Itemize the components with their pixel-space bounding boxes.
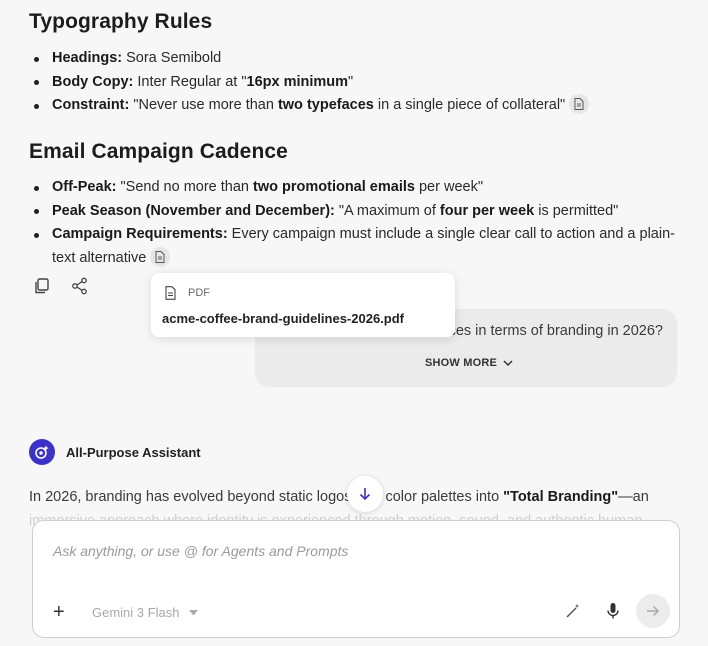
chevron-down-icon bbox=[189, 609, 199, 615]
email-list: Off-Peak: "Send no more than two promoti… bbox=[29, 176, 679, 270]
citation-document-icon[interactable] bbox=[150, 246, 171, 267]
scroll-to-bottom-button[interactable] bbox=[347, 476, 383, 512]
user-message-text: ces in terms of branding in 2026? bbox=[448, 323, 663, 339]
arrow-down-icon bbox=[359, 488, 371, 501]
microphone-icon[interactable] bbox=[606, 602, 620, 625]
assistant-name: All-Purpose Assistant bbox=[66, 444, 201, 460]
assistant-header: All-Purpose Assistant bbox=[29, 439, 201, 465]
file-type-label: PDF bbox=[188, 287, 210, 299]
show-more-button[interactable]: SHOW MORE bbox=[425, 357, 513, 369]
list-item: Body Copy: Inter Regular at "16px minimu… bbox=[29, 71, 679, 95]
send-button[interactable] bbox=[636, 594, 670, 628]
send-arrow-icon bbox=[647, 605, 660, 617]
list-item: Constraint: "Never use more than two typ… bbox=[29, 94, 679, 118]
document-icon bbox=[165, 286, 176, 305]
typography-list: Headings: Sora Semibold Body Copy: Inter… bbox=[29, 47, 679, 118]
plus-icon[interactable]: + bbox=[53, 602, 65, 622]
model-selector[interactable]: Gemini 3 Flash bbox=[92, 605, 199, 620]
composer-input[interactable]: Ask anything, or use @ for Agents and Pr… bbox=[53, 543, 348, 559]
list-item: Off-Peak: "Send no more than two promoti… bbox=[29, 176, 679, 200]
list-item: Headings: Sora Semibold bbox=[29, 47, 679, 71]
message-actions bbox=[33, 277, 89, 295]
chevron-down-icon bbox=[503, 359, 513, 366]
chat-content: Typography Rules Headings: Sora Semibold… bbox=[0, 0, 708, 646]
section-heading-email: Email Campaign Cadence bbox=[29, 140, 288, 163]
list-item: Campaign Requirements: Every campaign mu… bbox=[29, 223, 679, 270]
magic-wand-icon[interactable] bbox=[565, 603, 581, 624]
copy-icon[interactable] bbox=[33, 277, 51, 295]
assistant-avatar-icon bbox=[29, 439, 55, 465]
file-name[interactable]: acme-coffee-brand-guidelines-2026.pdf bbox=[162, 311, 404, 326]
section-heading-typography: Typography Rules bbox=[29, 10, 213, 33]
citation-document-icon[interactable] bbox=[569, 94, 590, 114]
share-icon[interactable] bbox=[71, 277, 89, 295]
message-composer: Ask anything, or use @ for Agents and Pr… bbox=[32, 520, 680, 638]
citation-tooltip[interactable]: PDF acme-coffee-brand-guidelines-2026.pd… bbox=[151, 273, 455, 337]
list-item: Peak Season (November and December): "A … bbox=[29, 200, 679, 224]
